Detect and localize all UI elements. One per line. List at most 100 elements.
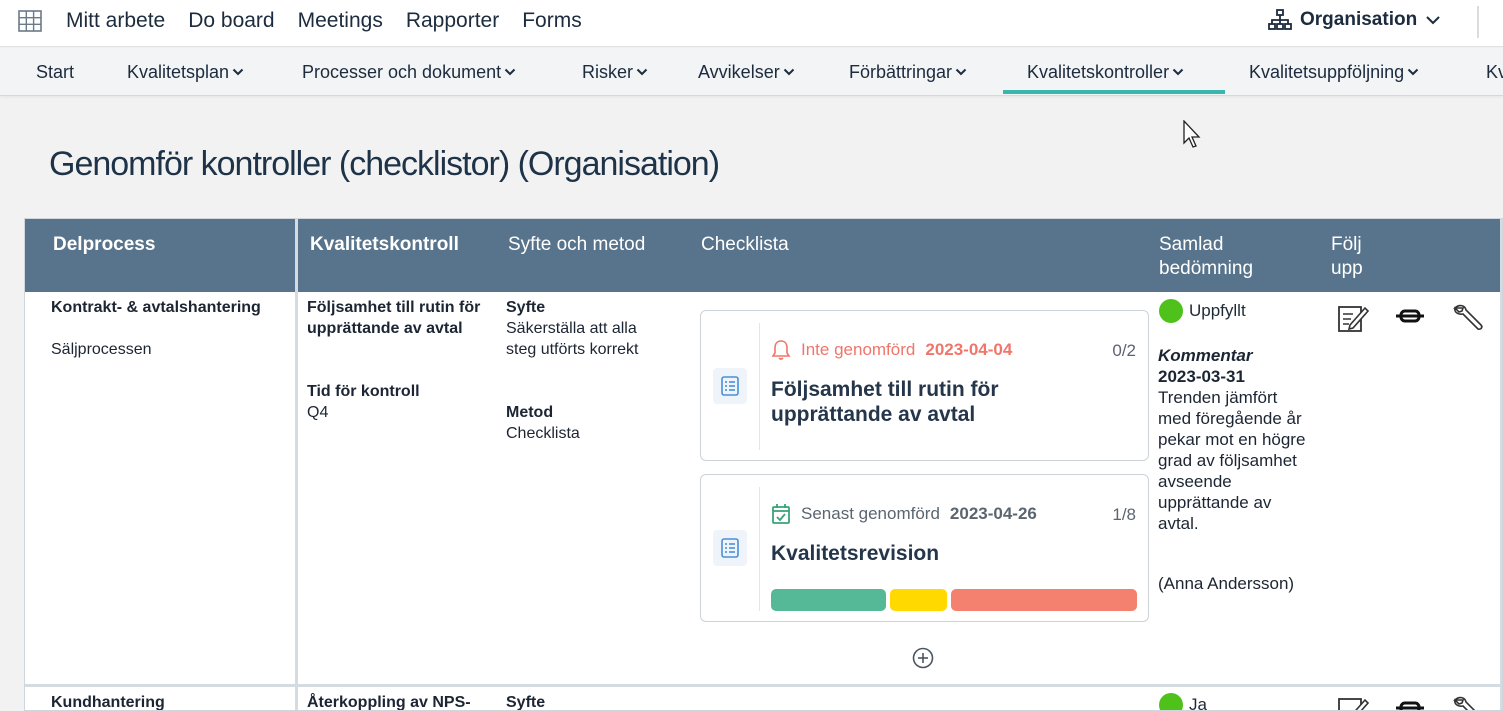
- topnav-forms[interactable]: Forms: [522, 9, 582, 33]
- divider: [1477, 6, 1479, 38]
- checklist-card-not-done[interactable]: Inte genomförd 2023-04-04 0/2 Följsamhet…: [700, 310, 1149, 461]
- header-delprocess[interactable]: Delprocess: [53, 233, 155, 257]
- tab-overflow[interactable]: Kv: [1486, 48, 1503, 95]
- kvalitetskontroll-name[interactable]: Återkoppling av NPS-: [307, 692, 471, 710]
- syfte-label: Syfte: [506, 694, 546, 711]
- active-tab-indicator: [1003, 90, 1225, 94]
- checklist-icon: [713, 368, 747, 404]
- header-checklista: Checklista: [701, 234, 789, 255]
- organisation-selector[interactable]: Organisation: [1268, 9, 1441, 31]
- apps-grid-icon[interactable]: [18, 10, 42, 32]
- syfte-label: Syfte: [506, 299, 546, 316]
- comment-date: 2023-03-31: [1158, 367, 1245, 386]
- bell-alert-icon: [771, 340, 791, 360]
- card-status-text: Senast genomförd: [801, 504, 940, 523]
- edit-note-icon[interactable]: [1337, 303, 1369, 333]
- card-status-date: 2023-04-04: [925, 340, 1013, 359]
- tid-label: Tid för kontroll: [307, 383, 420, 400]
- topnav-do-board[interactable]: Do board: [188, 9, 274, 33]
- tab-start[interactable]: Start: [36, 48, 74, 95]
- card-divider: [759, 323, 760, 450]
- chevron-down-icon: [955, 68, 967, 76]
- top-bar: Mitt arbete Do board Meetings Rapporter …: [0, 0, 1503, 47]
- assessment-text: Uppfyllt: [1189, 301, 1246, 320]
- comment: Kommentar 2023-03-31 Trenden jämfört med…: [1158, 345, 1328, 594]
- progress-segment-red: [951, 589, 1137, 611]
- kontroll-line1: Följsamhet till rutin för: [307, 299, 481, 316]
- metod-value: Checklista: [506, 425, 580, 442]
- chevron-down-icon: [636, 68, 648, 76]
- chevron-down-icon: [1172, 68, 1184, 76]
- syfte-text: Säkerställa att alla steg utförts korrek…: [506, 318, 639, 360]
- comment-line: avseende: [1158, 472, 1232, 491]
- syfte-line1: Säkerställa att alla: [506, 320, 637, 337]
- top-nav: Mitt arbete Do board Meetings Rapporter …: [66, 9, 582, 33]
- follow-up-link-icon[interactable]: [1395, 697, 1425, 711]
- progress-bar: [771, 589, 1137, 611]
- topnav-mitt-arbete[interactable]: Mitt arbete: [66, 9, 165, 33]
- assessment-text: Ja: [1189, 695, 1207, 711]
- comment-line: avtal.: [1158, 514, 1199, 533]
- card-status: Senast genomförd 2023-04-26: [771, 503, 1037, 525]
- calendar-check-icon: [772, 504, 790, 524]
- chevron-down-icon: [232, 68, 244, 76]
- assessment[interactable]: Ja: [1159, 693, 1207, 711]
- status-dot-icon: [1159, 693, 1183, 710]
- subprocess-name: Säljprocessen: [51, 341, 152, 358]
- wrench-icon[interactable]: [1451, 695, 1485, 711]
- add-checklist-icon[interactable]: [912, 647, 934, 669]
- chevron-down-icon: [1426, 16, 1440, 25]
- card-title: Följsamhet till rutin för upprättande av…: [771, 377, 999, 427]
- metod-label: Metod: [506, 404, 554, 421]
- follow-up-link-icon[interactable]: [1395, 305, 1425, 327]
- sub-nav: Start Kvalitetsplan Processer och dokume…: [0, 48, 1503, 96]
- progress-segment-green: [771, 589, 886, 611]
- column-divider: [295, 219, 298, 710]
- comment-line: Trenden jämfört: [1158, 388, 1278, 407]
- header-kvalitetskontroll[interactable]: Kvalitetskontroll: [310, 233, 459, 257]
- delprocess-name[interactable]: Kontrakt- & avtalshantering: [51, 297, 261, 318]
- tab-processer-och-dokument[interactable]: Processer och dokument: [302, 48, 516, 95]
- progress-segment-yellow: [890, 589, 947, 611]
- edit-note-icon[interactable]: [1337, 695, 1369, 711]
- chevron-down-icon: [504, 68, 516, 76]
- mouse-cursor-icon: [1183, 120, 1201, 148]
- comment-line: med föregående år: [1158, 409, 1302, 428]
- topnav-rapporter[interactable]: Rapporter: [406, 9, 499, 33]
- wrench-icon[interactable]: [1451, 303, 1485, 333]
- tab-risker[interactable]: Risker: [582, 48, 648, 95]
- kontroll-line2: upprättande av avtal: [307, 320, 463, 337]
- header-syfte-och-metod: Syfte och metod: [508, 234, 646, 255]
- kvalitetskontroll-name[interactable]: Följsamhet till rutin för upprättande av…: [307, 297, 480, 339]
- card-title: Kvalitetsrevision: [771, 542, 940, 565]
- tab-avvikelser[interactable]: Avvikelser: [698, 48, 795, 95]
- assessment[interactable]: Uppfyllt: [1159, 299, 1246, 323]
- comment-line: grad av följsamhet: [1158, 451, 1297, 470]
- org-chart-icon: [1268, 9, 1292, 30]
- comment-line: upprättande av: [1158, 493, 1272, 512]
- card-title-line1: Följsamhet till rutin för: [771, 378, 999, 401]
- card-count: 0/2: [1112, 341, 1136, 360]
- tab-kvalitetskontroller[interactable]: Kvalitetskontroller: [1027, 48, 1184, 95]
- delprocess-name[interactable]: Kundhantering: [51, 692, 165, 710]
- tab-forbattringar[interactable]: Förbättringar: [849, 48, 967, 95]
- header-folj-upp: Följ upp: [1331, 233, 1363, 281]
- checklist-table: Delprocess Kvalitetskontroll Syfte och m…: [24, 218, 1503, 711]
- topnav-meetings[interactable]: Meetings: [298, 9, 383, 33]
- card-title-line2: upprättande av avtal: [771, 403, 976, 426]
- header-folj-line2: upp: [1331, 258, 1363, 279]
- card-count: 1/8: [1112, 505, 1136, 524]
- tab-kvalitetsplan[interactable]: Kvalitetsplan: [127, 48, 244, 95]
- card-status-text: Inte genomförd: [801, 340, 916, 359]
- checklist-card-done[interactable]: Senast genomförd 2023-04-26 1/8 Kvalitet…: [700, 474, 1149, 622]
- row-divider: [25, 684, 1502, 687]
- chevron-down-icon: [1407, 68, 1419, 76]
- status-dot-icon: [1159, 299, 1183, 323]
- checklist-icon: [713, 530, 747, 566]
- tid-value: Q4: [307, 404, 329, 421]
- header-samlad-line2: bedömning: [1159, 258, 1254, 279]
- tab-kvalitetsuppfoljning[interactable]: Kvalitetsuppföljning: [1249, 48, 1419, 95]
- header-folj-line1: Följ: [1331, 234, 1362, 255]
- header-samlad-line1: Samlad: [1159, 234, 1224, 255]
- table-header: Delprocess Kvalitetskontroll Syfte och m…: [25, 219, 1502, 292]
